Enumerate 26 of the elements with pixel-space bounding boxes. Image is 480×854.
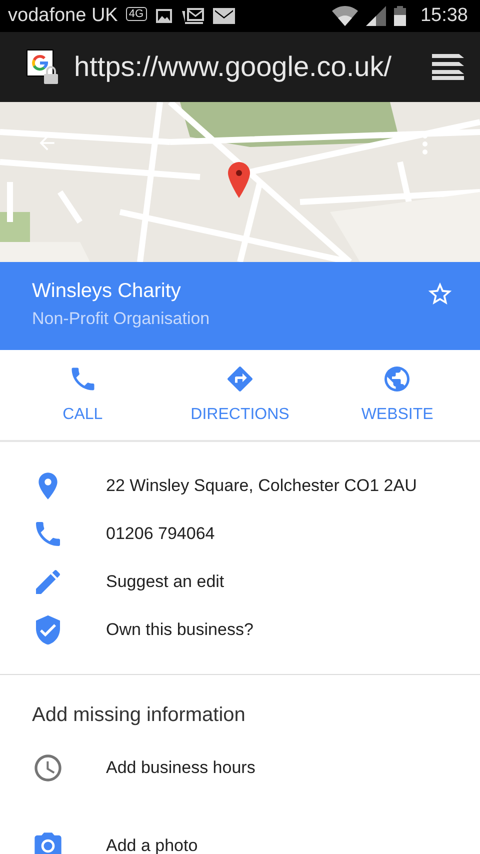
edit-text[interactable]: Suggest an edit xyxy=(106,572,224,592)
place-name: Winsleys Charity xyxy=(32,280,182,303)
section-heading: Add missing information xyxy=(31,703,246,728)
address-text: 22 Winsley Square, Colchester CO1 2AU xyxy=(106,476,417,496)
owner-text[interactable]: Own this business? xyxy=(106,620,254,640)
carrier-name: vodafone UK xyxy=(8,5,118,27)
camera-icon xyxy=(32,830,64,854)
call-button[interactable]: CALL xyxy=(24,358,142,430)
hours-link[interactable]: Add business hours xyxy=(106,758,256,778)
directions-button[interactable]: DIRECTIONS xyxy=(181,358,299,430)
battery-icon xyxy=(394,6,406,26)
clock-time: 15:38 xyxy=(420,5,468,27)
globe-icon xyxy=(382,364,412,394)
mail-stack-icon xyxy=(180,7,205,25)
mail-icon xyxy=(212,8,235,24)
phone-text: 01206 794064 xyxy=(106,524,215,544)
turn-sign-icon xyxy=(224,364,255,394)
tabs-icon[interactable] xyxy=(432,54,464,80)
website-button[interactable]: WEBSITE xyxy=(338,358,456,430)
clock-icon xyxy=(32,752,64,784)
place-category: Non-Profit Organisation xyxy=(32,309,211,329)
signal-icon xyxy=(366,6,386,26)
image-icon xyxy=(154,8,173,24)
network-type-label: 4G xyxy=(126,7,147,21)
map-pin-icon xyxy=(228,162,250,198)
wifi-icon xyxy=(332,6,358,26)
